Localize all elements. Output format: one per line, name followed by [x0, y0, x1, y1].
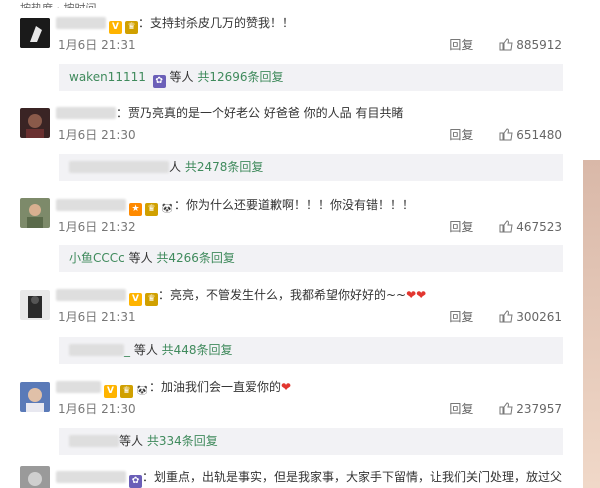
crown-badge-icon: ★: [129, 203, 142, 216]
thumb-up-icon: [499, 402, 513, 415]
background-photo-edge: [583, 0, 600, 488]
like-button[interactable]: 651480: [499, 128, 562, 142]
replies-mid-text: 等人: [119, 434, 147, 448]
sort-tabs-partial: 按热度 · 按时间: [20, 0, 97, 8]
replies-summary[interactable]: 人 共2478条回复: [59, 154, 563, 181]
comment-content: ：贾乃亮真的是一个好老公 好爸爸 你的人品 有目共睹: [56, 104, 403, 122]
avatar[interactable]: [20, 382, 50, 412]
comment-time: 1月6日 21:30: [58, 128, 136, 142]
comment-text: ：加油我们会一直爱你的: [149, 380, 282, 394]
thumb-up-icon: [499, 310, 513, 323]
replies-mid-text: 人: [169, 160, 185, 174]
comment-time: 1月6日 21:32: [58, 220, 136, 234]
comment-text: ：支持封杀皮几万的赞我！！: [138, 16, 295, 30]
reply-button[interactable]: 回复: [449, 401, 473, 417]
comment-actions: 回复 467523: [449, 219, 562, 235]
replies-mid-text: 等人: [130, 343, 162, 357]
reply-username[interactable]: waken11111: [69, 70, 146, 84]
like-button[interactable]: 237957: [499, 402, 562, 416]
comment-panel: 按热度 · 按时间 V♛：支持封杀皮几万的赞我！！ 1月6日 21:31 回复 …: [0, 0, 583, 488]
username-blurred[interactable]: [56, 381, 101, 393]
level-badge-icon: ✿: [152, 75, 166, 88]
comment-content: ✿ ：划重点，出轨是事实，但是我家事，大家手下留情，让我们关门处理，放过父: [56, 468, 563, 488]
comment-content: V ♛ ：支持封杀皮几万的赞我！！: [56, 14, 295, 34]
reply-button[interactable]: 回复: [449, 309, 473, 325]
reply-username[interactable]: 小鱼CCCc: [69, 251, 125, 265]
username-blurred[interactable]: [56, 471, 126, 483]
panda-icon: 🐼: [136, 386, 149, 396]
comment-content: ★ ♛ 🐼：你为什么还要道歉啊！！！你没有错！！！: [56, 196, 415, 216]
reply-button[interactable]: 回复: [449, 219, 473, 235]
replies-mid-text: 等人: [165, 70, 198, 84]
replies-count[interactable]: 共4266条回复: [156, 251, 235, 265]
heart-icon: ❤❤: [406, 288, 427, 302]
avatar[interactable]: [20, 18, 50, 48]
panda-icon: 🐼: [161, 204, 174, 214]
like-count: 651480: [516, 128, 562, 142]
comment-content: V ♛ ：亮亮，不管发生什么，我都希望你好好的~~❤❤: [56, 286, 427, 306]
like-count: 237957: [516, 402, 562, 416]
replies-summary[interactable]: 等人 共334条回复: [59, 428, 563, 455]
comment-actions: 回复 651480: [449, 127, 562, 143]
fan-medal-icon: ♛: [125, 21, 138, 34]
replies-count[interactable]: 共12696条回复: [197, 70, 283, 84]
comment-content: V ♛ 🐼：加油我们会一直爱你的❤: [56, 378, 292, 398]
reply-username-blurred[interactable]: [69, 344, 124, 356]
like-button[interactable]: 300261: [499, 310, 562, 324]
thumb-up-icon: [499, 128, 513, 141]
like-button[interactable]: 467523: [499, 220, 562, 234]
like-count: 300261: [516, 310, 562, 324]
avatar[interactable]: [20, 466, 50, 488]
comment-time: 1月6日 21:31: [58, 38, 136, 52]
fan-medal-icon: ♛: [145, 293, 158, 306]
avatar[interactable]: [20, 290, 50, 320]
replies-count[interactable]: 共448条回复: [162, 343, 233, 357]
replies-summary[interactable]: _ 等人 共448条回复: [59, 337, 563, 364]
comment-text: ：划重点，出轨是事实，但是我家事，大家手下留情，让我们关门处理，放过父: [142, 470, 563, 484]
vip-badge-icon: V: [129, 293, 142, 306]
avatar[interactable]: [20, 108, 50, 138]
comment-text: ：你为什么还要道歉啊！！！你没有错！！！: [174, 198, 415, 212]
reply-button[interactable]: 回复: [449, 37, 473, 53]
replies-summary[interactable]: 小鱼CCCc 等人 共4266条回复: [59, 245, 563, 272]
reply-button[interactable]: 回复: [449, 127, 473, 143]
thumb-up-icon: [499, 38, 513, 51]
vip-badge-icon: V: [109, 21, 122, 34]
like-count: 885912: [516, 38, 562, 52]
replies-mid-text: 等人: [124, 251, 157, 265]
fan-medal-icon: ♛: [120, 385, 133, 398]
comment-time: 1月6日 21:30: [58, 402, 136, 416]
comment-time: 1月6日 21:31: [58, 310, 136, 324]
username-blurred[interactable]: [56, 289, 126, 301]
reply-username-blurred[interactable]: [69, 435, 119, 447]
username-blurred[interactable]: [56, 199, 126, 211]
reply-username-blurred[interactable]: [69, 161, 169, 173]
comment-actions: 回复 885912: [449, 37, 562, 53]
fan-medal-icon: ♛: [145, 203, 158, 216]
thumb-up-icon: [499, 220, 513, 233]
replies-summary[interactable]: waken11111 ✿ 等人 共12696条回复: [59, 64, 563, 91]
comment-text: ：贾乃亮真的是一个好老公 好爸爸 你的人品 有目共睹: [116, 106, 404, 120]
comment-actions: 回复 237957: [449, 401, 562, 417]
username-blurred[interactable]: [56, 17, 106, 29]
username-blurred[interactable]: [56, 107, 116, 119]
replies-count[interactable]: 共334条回复: [147, 434, 218, 448]
like-button[interactable]: 885912: [499, 38, 562, 52]
vip-badge-icon: V: [104, 385, 117, 398]
heart-icon: ❤: [281, 380, 292, 394]
replies-count[interactable]: 共2478条回复: [185, 160, 264, 174]
avatar[interactable]: [20, 198, 50, 228]
comment-actions: 回复 300261: [449, 309, 562, 325]
like-count: 467523: [516, 220, 562, 234]
level-badge-icon: ✿: [129, 475, 142, 488]
comment-text: ：亮亮，不管发生什么，我都希望你好好的~~: [158, 288, 407, 302]
